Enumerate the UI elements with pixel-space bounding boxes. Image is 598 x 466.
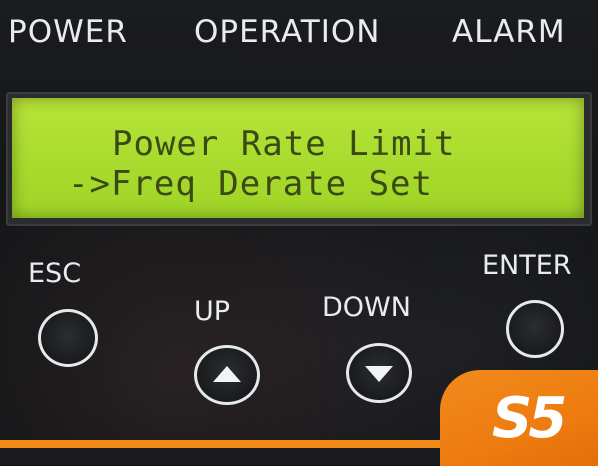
up-button[interactable] xyxy=(194,345,260,405)
enter-button-label: ENTER xyxy=(482,250,572,281)
enter-button[interactable] xyxy=(506,300,564,358)
lcd-menu-line-1: Power Rate Limit xyxy=(112,124,456,164)
status-indicator-labels: POWER OPERATION ALARM xyxy=(0,14,598,60)
esc-button-label: ESC xyxy=(28,258,82,289)
triangle-up-icon xyxy=(213,366,241,382)
up-button-label: UP xyxy=(194,296,231,327)
esc-button[interactable] xyxy=(38,309,98,367)
power-indicator-label: POWER xyxy=(8,14,128,50)
alarm-indicator-label: ALARM xyxy=(452,14,566,50)
brand-badge: S5 xyxy=(440,370,598,466)
lower-panel-edge xyxy=(0,448,450,465)
operation-indicator-label: OPERATION xyxy=(194,14,381,50)
brand-logo: S5 xyxy=(492,386,567,451)
inverter-control-panel: POWER OPERATION ALARM Power Rate Limit -… xyxy=(0,0,598,466)
lcd-display: Power Rate Limit ->Freq Derate Set xyxy=(12,98,584,218)
lcd-menu-line-2-selected: ->Freq Derate Set xyxy=(68,164,433,204)
down-button-label: DOWN xyxy=(322,292,411,323)
down-button[interactable] xyxy=(346,343,412,403)
triangle-down-icon xyxy=(365,366,393,382)
